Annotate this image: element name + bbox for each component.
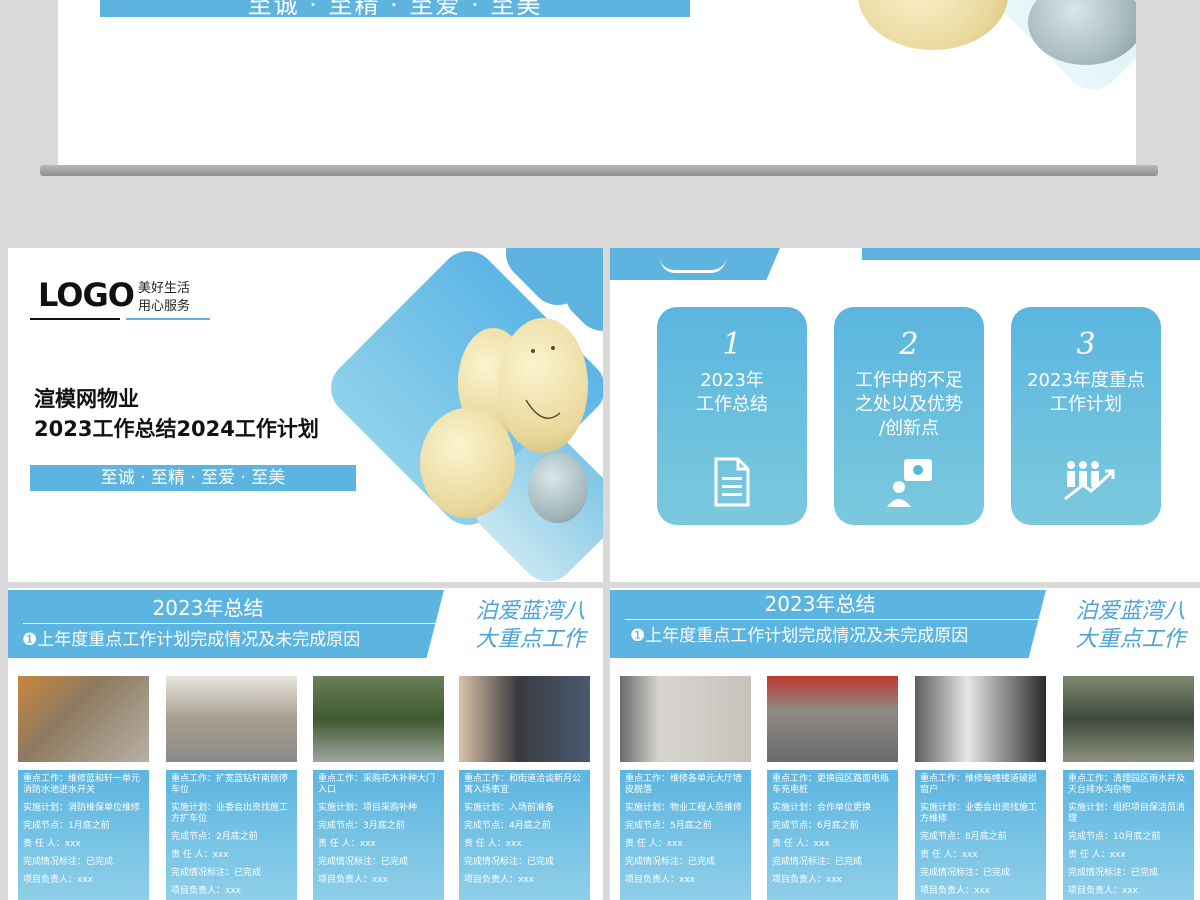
menu-number: 2 bbox=[899, 327, 919, 362]
idea-person-icon bbox=[887, 459, 932, 507]
menu-item-plan[interactable]: 3 2023年度重点 工作计划 bbox=[1011, 307, 1161, 525]
section-heading: 2023年总结 bbox=[152, 596, 264, 620]
tagline: 美好生活 用心服务 bbox=[138, 281, 191, 314]
menu-title: 工作中的不足 之处以及优势/创新点 bbox=[855, 370, 963, 439]
work-card: 重点工作：维修每幢楼道破损窗户 实施计划：业委会出资找施工方维修 完成节点：8月底之… bbox=[915, 770, 1046, 900]
work-card: 重点工作：维修蓝和轩一单元消防水池进水开关 实施计划：消防维保单位维修 完成节点：1… bbox=[18, 770, 149, 900]
section-subheading: ❶上年度重点工作计划完成情况及未完成原因 bbox=[22, 630, 361, 650]
smiley-balloon-image bbox=[498, 318, 588, 453]
tagline-underline bbox=[126, 318, 210, 320]
work-card: 重点工作：采购花木补种大门入口 实施计划：项目采购补种 完成节点：3月底之前责 任 … bbox=[313, 770, 444, 900]
balloon-image bbox=[858, 0, 1008, 50]
section-subheading: ❶上年度重点工作计划完成情况及未完成原因 bbox=[630, 626, 969, 646]
slide-shadow bbox=[40, 165, 1158, 176]
balloon-image bbox=[420, 408, 515, 518]
cover-title: 渲模网物业 2023工作总结2024工作计划 bbox=[34, 387, 319, 441]
team-growth-icon bbox=[1064, 461, 1115, 501]
menu-slide: 1 2023年 工作总结 2 工作中的不足 之处以及优势/创新点 3 2023年度重… bbox=[610, 248, 1200, 582]
card-photo bbox=[1063, 676, 1194, 762]
top-slide-preview bbox=[58, 0, 1136, 165]
card-photo bbox=[459, 676, 590, 762]
divider bbox=[23, 623, 443, 624]
menu-number: 3 bbox=[1076, 327, 1096, 362]
work-card: 重点工作：维修各单元大厅墙皮脱落 实施计划：物业工程人员维修 完成节点：5月底之前责… bbox=[620, 770, 751, 900]
logo: LOGO bbox=[38, 276, 135, 314]
card-photo bbox=[313, 676, 444, 762]
header-band bbox=[862, 248, 1200, 260]
menu-number: 1 bbox=[722, 327, 742, 362]
divider bbox=[625, 619, 1045, 620]
decor-arc bbox=[660, 258, 726, 273]
work-card: 重点工作：扩宽蓝钻轩南侧停车位 实施计划：业委会出资找施工方扩车位 完成节点：2月底… bbox=[166, 770, 297, 900]
card-photo bbox=[166, 676, 297, 762]
balloon-image bbox=[528, 453, 588, 523]
section-heading: 2023年总结 bbox=[764, 592, 876, 616]
cover-slogan: 至诚 · 至精 · 至爱 · 至美 bbox=[30, 465, 356, 491]
summary-slide-left: 2023年总结 ❶上年度重点工作计划完成情况及未完成原因 泊爱蓝湾八 大重点工作 … bbox=[8, 588, 603, 900]
card-photo bbox=[620, 676, 751, 762]
work-card: 重点工作：清理园区雨水井及天台排水沟杂物 实施计划：组织项目保洁员清理 完成节点：1… bbox=[1063, 770, 1194, 900]
slogan: 泊爱蓝湾八 大重点工作 bbox=[475, 599, 586, 652]
top-slogan-bar: 至诚 · 至精 · 至爱 · 至美 bbox=[100, 0, 690, 17]
cover-slide: LOGO 美好生活 用心服务 渲模网物业 2023工作总结2024工作计划 至诚… bbox=[8, 248, 603, 582]
work-card: 重点工作：和街道洽谈新月公寓入场事宜 实施计划：入场前准备 完成节点：4月底之前责 … bbox=[459, 770, 590, 900]
card-photo bbox=[767, 676, 898, 762]
summary-slide-right: 2023年总结 ❶上年度重点工作计划完成情况及未完成原因 泊爱蓝湾八 大重点工作 … bbox=[610, 588, 1200, 900]
balloon-image bbox=[1028, 0, 1136, 65]
card-photo bbox=[915, 676, 1046, 762]
card-photo bbox=[18, 676, 149, 762]
document-icon bbox=[714, 457, 750, 507]
slogan: 泊爱蓝湾八 大重点工作 bbox=[1075, 599, 1186, 652]
work-card: 重点工作：更换园区路面电瓶车充电桩 实施计划：合作单位更换 完成节点：6月底之前责 … bbox=[767, 770, 898, 900]
menu-title: 2023年度重点 工作计划 bbox=[1027, 370, 1145, 415]
menu-title: 2023年 工作总结 bbox=[696, 370, 768, 415]
logo-underline bbox=[30, 318, 120, 320]
menu-item-summary[interactable]: 1 2023年 工作总结 bbox=[657, 307, 807, 525]
menu-item-shortcomings[interactable]: 2 工作中的不足 之处以及优势/创新点 bbox=[834, 307, 984, 525]
